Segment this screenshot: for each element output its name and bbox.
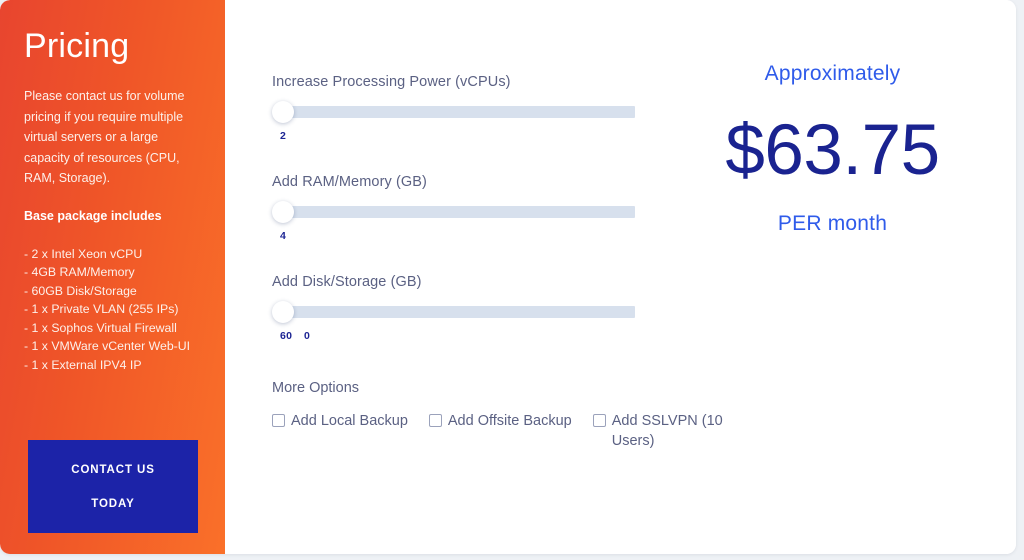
slider-value-vcpus: 2: [280, 130, 287, 142]
slider-group-ram: Add RAM/Memory (GB) 4: [272, 172, 667, 244]
contact-button-line2: TODAY: [91, 497, 135, 510]
list-item: - 2 x Intel Xeon vCPU: [24, 246, 143, 261]
checkbox-icon-sslvpn[interactable]: [592, 414, 606, 427]
slider-track-vcpus[interactable]: [286, 106, 635, 118]
slider-track-disk[interactable]: [286, 306, 635, 318]
checkbox-label-local-backup: Add Local Backup: [291, 413, 408, 429]
list-item: - 1 x Sophos Virtual Firewall: [24, 320, 177, 335]
checkbox-item-sslvpn[interactable]: Add SSLVPN (10 Users): [592, 411, 723, 451]
list-item: - 60GB Disk/Storage: [24, 283, 137, 298]
slider-label-vcpus: Increase Processing Power (vCPUs): [272, 74, 511, 90]
slider-handle-vcpus[interactable]: [272, 101, 294, 123]
price-period-label: PER month: [777, 212, 888, 235]
list-item: - 1 x External IPV4 IP: [24, 358, 142, 373]
more-options-section: More Options Add Local Backup Add Offsit…: [272, 378, 752, 451]
checkbox-item-local-backup[interactable]: Add Local Backup: [272, 411, 408, 431]
slider-label-disk: Add Disk/Storage (GB): [272, 274, 422, 290]
price-amount: $63.75: [725, 111, 940, 190]
contact-us-button[interactable]: CONTACT US TODAY: [28, 440, 198, 533]
checkbox-icon-local-backup[interactable]: [272, 414, 285, 427]
slider-values-ram: 4: [272, 230, 667, 244]
price-summary: Approximately $63.75 PER month: [655, 60, 1010, 238]
slider-vcpus[interactable]: [272, 101, 667, 123]
slider-values-vcpus: 2: [272, 130, 667, 144]
list-item: - 1 x Private VLAN (255 IPs): [24, 302, 179, 317]
list-item: - 1 x VMWare vCenter Web-UI: [24, 339, 191, 354]
slider-group-vcpus: Increase Processing Power (vCPUs) 2: [272, 72, 667, 144]
checkbox-icon-offsite-backup[interactable]: [428, 414, 442, 427]
slider-value-ram: 4: [280, 230, 287, 242]
checkbox-label-offsite-backup: Add Offsite Backup: [447, 413, 572, 429]
more-options-checkbox-row: Add Local Backup Add Offsite Backup Add …: [272, 411, 752, 451]
slider-values-disk: 60 0: [272, 330, 667, 344]
page-title: Pricing: [24, 27, 130, 65]
checkbox-item-offsite-backup[interactable]: Add Offsite Backup: [428, 411, 572, 431]
slider-track-ram[interactable]: [286, 206, 635, 218]
base-package-feature-list: - 2 x Intel Xeon vCPU - 4GB RAM/Memory -…: [24, 245, 201, 375]
slider-label-ram: Add RAM/Memory (GB): [272, 174, 427, 190]
configurator-main: Increase Processing Power (vCPUs) 2 Add …: [225, 0, 1016, 554]
more-options-heading: More Options: [272, 380, 360, 396]
slider-ram[interactable]: [272, 201, 667, 223]
slider-value-disk: 60: [280, 330, 293, 342]
slider-handle-disk[interactable]: [272, 301, 294, 323]
sidebar-intro-text: Please contact us for volume pricing if …: [24, 89, 185, 185]
slider-group-disk: Add Disk/Storage (GB) 60 0: [272, 272, 667, 344]
checkbox-label-sslvpn: Add SSLVPN (10 Users): [611, 413, 723, 449]
price-approximately-label: Approximately: [764, 62, 901, 85]
slider-disk[interactable]: [272, 301, 667, 323]
list-item: - 4GB RAM/Memory: [24, 265, 135, 280]
pricing-sidebar: Pricing Please contact us for volume pri…: [0, 0, 225, 554]
slider-handle-ram[interactable]: [272, 201, 294, 223]
base-package-heading: Base package includes: [24, 208, 162, 223]
contact-button-line1: CONTACT US: [71, 463, 155, 476]
pricing-card: Pricing Please contact us for volume pri…: [0, 0, 1016, 554]
slider-list: Increase Processing Power (vCPUs) 2 Add …: [272, 72, 667, 372]
slider-value-disk-secondary: 0: [304, 330, 311, 342]
